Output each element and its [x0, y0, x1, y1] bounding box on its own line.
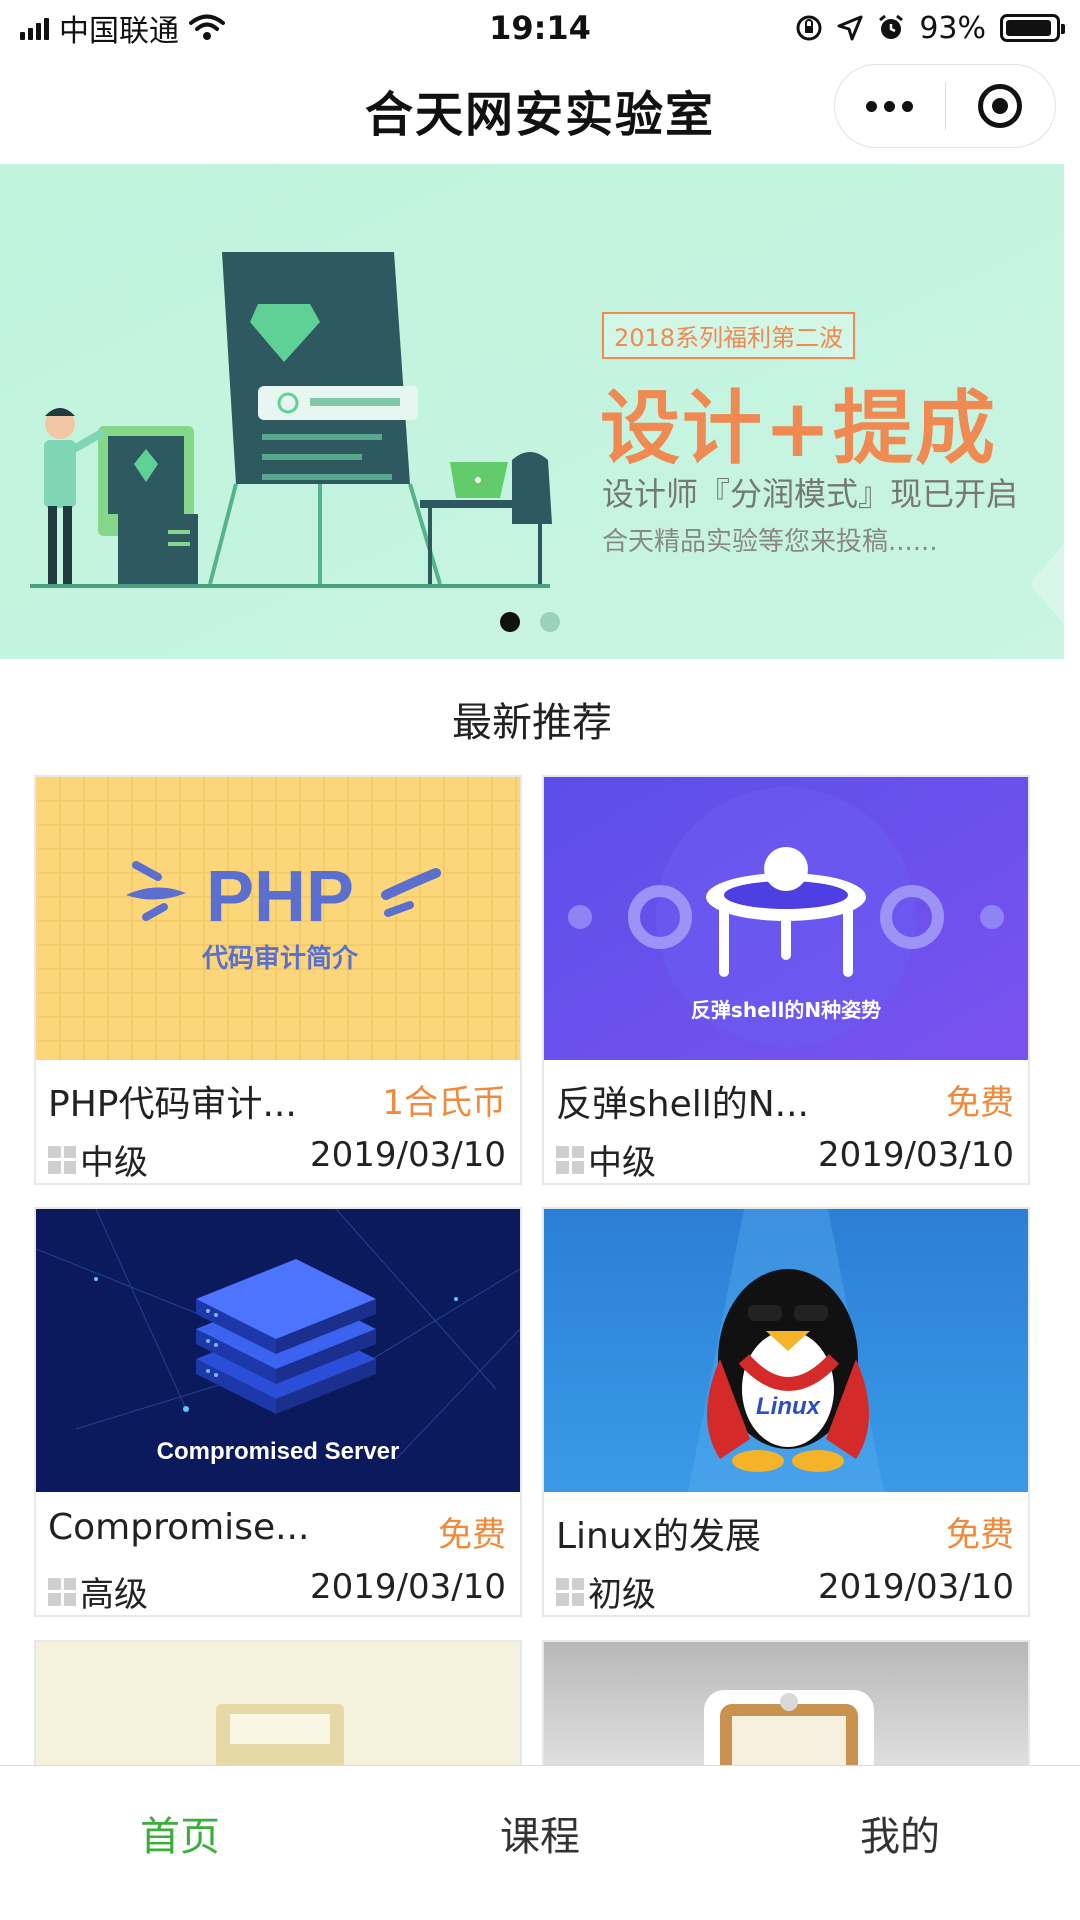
banner-headline: 设计+提成: [600, 382, 998, 475]
location-icon: [837, 15, 863, 41]
php-thumbnail-art: PHP 代码审计简介: [36, 777, 520, 1060]
course-thumbnail: Linux: [544, 1209, 1028, 1492]
server-thumbnail-art: Compromised Server: [36, 1209, 520, 1492]
alarm-icon: [879, 14, 904, 39]
signal-icon: [20, 16, 49, 40]
course-card-partial[interactable]: [34, 1640, 522, 1780]
course-date: 2019/03/10: [310, 1135, 506, 1175]
level-icon: [48, 1145, 76, 1174]
bottom-tab-bar: 首页 课程 我的: [0, 1765, 1080, 1920]
status-left: 中国联通: [20, 6, 380, 50]
section-title: 最新推荐: [452, 700, 612, 746]
target-icon: [978, 84, 1023, 128]
linux-thumbnail-art: Linux: [544, 1209, 1028, 1492]
course-level-label: 中级: [80, 1143, 148, 1183]
partial-thumbnail-art: [544, 1642, 1028, 1778]
tab-courses[interactable]: 课程: [360, 1766, 720, 1920]
course-level-label: 高级: [80, 1575, 148, 1615]
promo-banner[interactable]: 2018系列福利第二波 设计+提成 设计师『分润模式』现已开启 合天精品实验等您…: [0, 164, 1064, 659]
reverse-shell-thumbnail-title: 反弹shell的N种姿势: [691, 998, 881, 1022]
course-title: PHP代码审计...: [48, 1084, 297, 1125]
level-icon: [556, 1577, 584, 1606]
reverse-shell-thumbnail-art: 反弹shell的N种姿势: [544, 777, 1028, 1060]
course-price: 免费: [946, 1515, 1014, 1555]
level-icon: [48, 1577, 76, 1606]
battery-percent: 93%: [919, 10, 986, 46]
course-date: 2019/03/10: [818, 1567, 1014, 1607]
page-title: 合天网安实验室: [364, 87, 715, 143]
course-thumbnail: 反弹shell的N种姿势: [544, 777, 1028, 1060]
course-title: 反弹shell的N...: [556, 1084, 809, 1125]
banner-dot-2[interactable]: [540, 612, 560, 632]
rotation-lock-icon: [796, 15, 822, 41]
course-card-partial[interactable]: [542, 1640, 1030, 1780]
battery-fill: [1006, 20, 1051, 36]
level-icon: [556, 1145, 584, 1174]
battery-icon: [1000, 14, 1065, 42]
course-level: 中级: [48, 1135, 148, 1183]
course-title: Compromise...: [48, 1507, 310, 1548]
banner-dot-1[interactable]: [500, 612, 520, 632]
server-thumbnail-title: Compromised Server: [157, 1438, 400, 1465]
php-thumbnail-title: PHP: [206, 857, 354, 937]
course-price: 免费: [438, 1515, 506, 1555]
course-level-label: 中级: [588, 1143, 656, 1183]
banner-tag: 2018系列福利第二波: [602, 312, 856, 359]
status-right: 93%: [700, 10, 1065, 46]
more-dots-icon: [866, 100, 914, 112]
wifi-icon: [189, 14, 225, 40]
course-level: 高级: [48, 1567, 148, 1615]
course-title: Linux的发展: [556, 1516, 761, 1557]
course-thumbnail: PHP 代码审计简介: [36, 777, 520, 1060]
status-bar: 中国联通 19:14 93%: [0, 0, 1080, 56]
status-time: 19:14: [489, 9, 591, 47]
banner-pagination: [500, 612, 560, 632]
course-price: 免费: [946, 1083, 1014, 1123]
course-card[interactable]: Compromised Server Compromise... 免费 高级 2…: [34, 1207, 522, 1617]
course-date: 2019/03/10: [310, 1567, 506, 1607]
navigation-bar: 合天网安实验室: [0, 56, 1080, 164]
course-level: 中级: [556, 1135, 656, 1183]
course-price: 1合氏币: [382, 1083, 506, 1123]
course-date: 2019/03/10: [818, 1135, 1014, 1175]
mini-program-capsule: [834, 64, 1056, 148]
course-level-label: 初级: [588, 1575, 656, 1615]
course-card[interactable]: Linux Linux的发展 免费 初级 2019/03/10: [542, 1207, 1030, 1617]
close-button[interactable]: [945, 64, 1055, 148]
course-card[interactable]: 反弹shell的N种姿势 反弹shell的N... 免费 中级 2019/03/…: [542, 775, 1030, 1185]
php-thumbnail-subtitle: 代码审计简介: [201, 943, 359, 974]
banner-subtitle: 设计师『分润模式』现已开启: [602, 475, 1019, 513]
tab-home[interactable]: 首页: [0, 1766, 360, 1920]
linux-thumbnail-title: Linux: [756, 1393, 822, 1420]
more-button[interactable]: [835, 64, 945, 148]
carrier-label: 中国联通: [59, 14, 179, 49]
course-thumbnail: Compromised Server: [36, 1209, 520, 1492]
course-card[interactable]: PHP 代码审计简介 PHP代码审计... 1合氏币 中级 2019/03/10: [34, 775, 522, 1185]
course-level: 初级: [556, 1567, 656, 1615]
tab-mine[interactable]: 我的: [720, 1766, 1080, 1920]
banner-subtitle-2: 合天精品实验等您来投稿......: [602, 527, 938, 557]
partial-thumbnail-art: [36, 1642, 520, 1778]
